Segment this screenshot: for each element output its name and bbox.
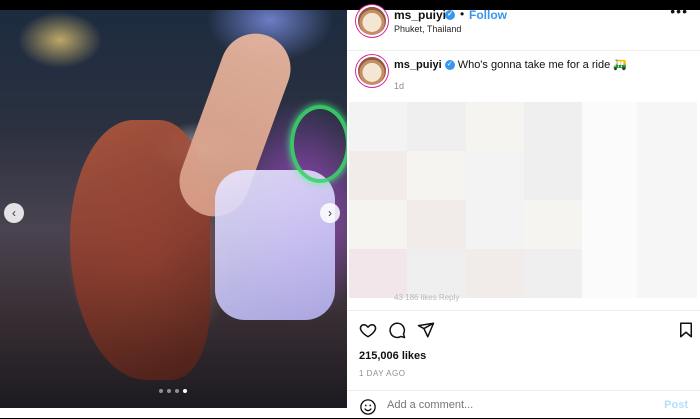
caption-age: 1d [394,81,405,91]
carousel-dot [175,389,179,393]
location-link[interactable]: Phuket, Thailand [394,24,461,34]
likes-count[interactable]: 215,006 likes [359,350,426,362]
photo-neon-light [290,105,347,183]
post-photo[interactable]: ‹ › [0,10,347,408]
separator-dot: • [460,7,465,21]
comments-pixelated-area-mid [582,102,637,298]
bookmark-icon[interactable] [677,321,695,339]
carousel-dot [159,389,163,393]
comment-composer: Post [347,390,700,419]
faded-comment-meta: 43 186 likes Reply [394,293,460,302]
post-card: ‹ › ms_puiyi ✓ • Follow Phuket, Thailand [0,3,700,419]
comment-input[interactable] [387,399,637,411]
comment-icon[interactable] [388,321,406,339]
post-date: 1 DAY AGO [359,369,406,378]
comments-pixelated-area-right [637,102,697,298]
avatar[interactable] [358,7,386,35]
carousel-next-button[interactable]: › [320,203,340,223]
username-link[interactable]: ms_puiyi [394,8,446,22]
carousel-dot-active [183,389,187,393]
comments-pixelated-area [349,102,582,298]
heart-icon[interactable] [359,321,377,339]
verified-icon: ✓ [444,60,455,71]
page-background: ‹ › ms_puiyi ✓ • Follow Phuket, Thailand [0,0,700,418]
post-caption: ms_puiyi ✓ Who's gonna take me for a ride … [394,58,627,71]
caption-text: Who's gonna take me for a ride [457,59,611,71]
post-button[interactable]: Post [664,399,688,411]
auto-rickshaw-emoji: 🛺 [613,59,627,71]
emoji-icon[interactable] [359,398,377,416]
caption-avatar[interactable] [358,57,386,85]
carousel-indicator [159,389,187,393]
post-header: ms_puiyi ✓ • Follow Phuket, Thailand ••• [347,3,700,51]
verified-icon: ✓ [445,10,455,20]
more-options-icon[interactable]: ••• [670,3,688,19]
caption-username[interactable]: ms_puiyi [394,59,442,71]
share-icon[interactable] [417,321,435,339]
carousel-prev-button[interactable]: ‹ [4,203,24,223]
chevron-left-icon: ‹ [12,206,16,220]
carousel-dot [167,389,171,393]
follow-button[interactable]: Follow [469,8,507,22]
divider [347,310,700,311]
chevron-right-icon: › [328,206,332,220]
post-side-panel: ms_puiyi ✓ • Follow Phuket, Thailand •••… [347,3,700,419]
action-bar [359,321,435,339]
photo-subject-top [215,170,335,320]
